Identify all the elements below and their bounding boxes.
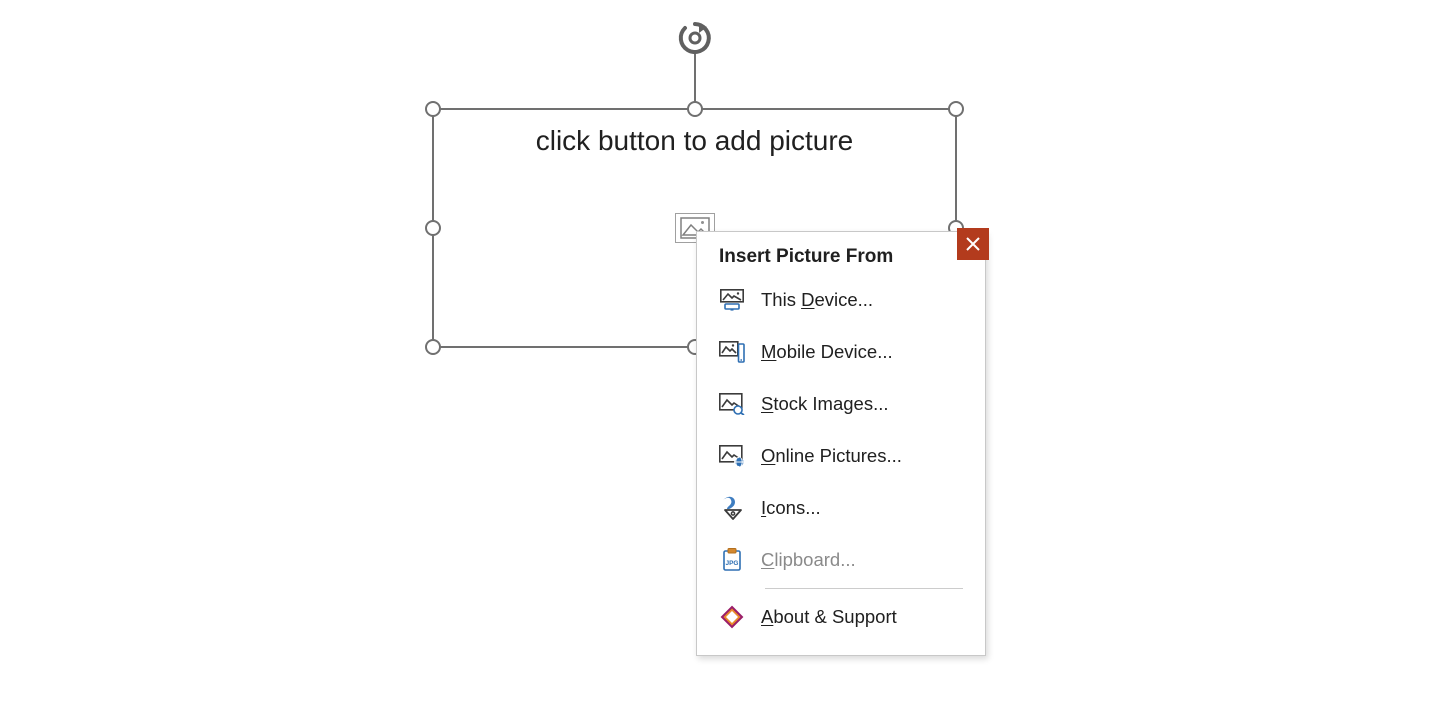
resize-handle-ml[interactable]: [425, 220, 441, 236]
resize-handle-tl[interactable]: [425, 101, 441, 117]
menu-item-icons[interactable]: Icons...: [697, 482, 985, 534]
clipboard-icon: JPG: [719, 548, 745, 572]
rotate-handle[interactable]: [675, 18, 715, 58]
resize-handle-bl[interactable]: [425, 339, 441, 355]
mobile-device-icon: [719, 340, 745, 364]
menu-item-label: Icons...: [761, 497, 821, 519]
this-device-icon: [719, 288, 745, 312]
menu-item-label: Clipboard...: [761, 549, 856, 571]
close-icon: [965, 236, 981, 252]
menu-item-label: About & Support: [761, 606, 897, 628]
menu-item-label: Mobile Device...: [761, 341, 893, 363]
menu-item-label: This Device...: [761, 289, 873, 311]
menu-item-stock-images[interactable]: Stock Images...: [697, 378, 985, 430]
resize-handle-tm[interactable]: [687, 101, 703, 117]
menu-item-online-pictures[interactable]: Online Pictures...: [697, 430, 985, 482]
online-pictures-icon: [719, 444, 745, 468]
resize-handle-tr[interactable]: [948, 101, 964, 117]
stock-images-icon: [719, 392, 745, 416]
menu-separator: [765, 588, 963, 589]
menu-item-label: Stock Images...: [761, 393, 889, 415]
menu-item-label: Online Pictures...: [761, 445, 902, 467]
close-button[interactable]: [957, 228, 989, 260]
insert-picture-popup: Insert Picture From This Device...: [696, 231, 986, 656]
svg-text:JPG: JPG: [725, 560, 738, 567]
popup-title: Insert Picture From: [719, 246, 893, 268]
icons-icon: [719, 496, 745, 520]
about-icon: [719, 605, 745, 629]
menu-item-this-device[interactable]: This Device...: [697, 274, 985, 326]
placeholder-prompt: click button to add picture: [434, 125, 955, 157]
menu-item-clipboard: JPG Clipboard...: [697, 534, 985, 586]
menu-item-mobile-device[interactable]: Mobile Device...: [697, 326, 985, 378]
menu-item-about-support[interactable]: About & Support: [697, 591, 985, 643]
